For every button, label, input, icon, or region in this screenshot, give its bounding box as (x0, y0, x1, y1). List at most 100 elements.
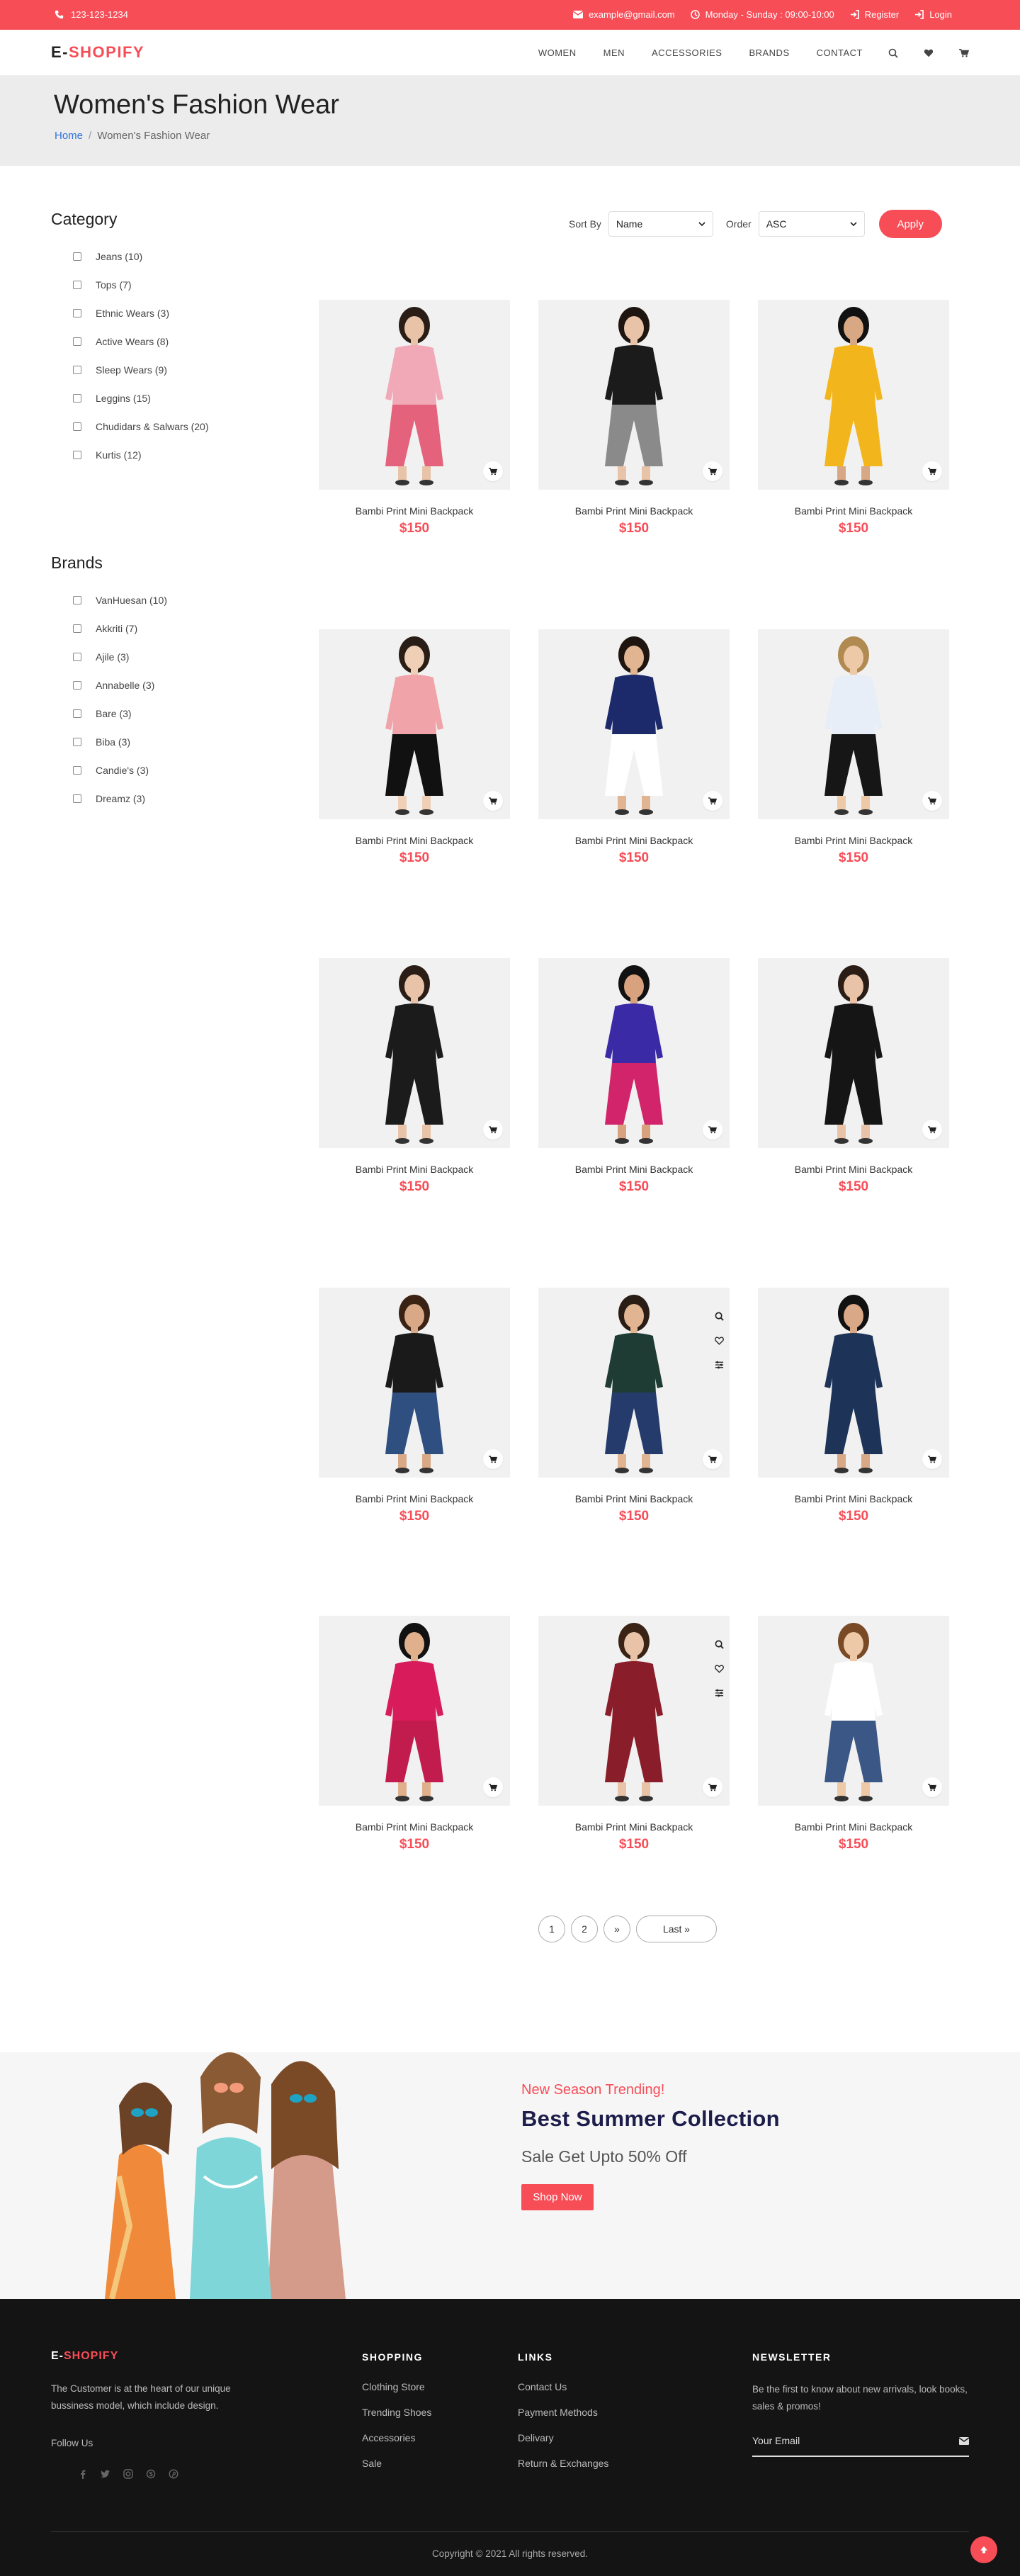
product-name[interactable]: Bambi Print Mini Backpack (538, 1493, 730, 1504)
footer-link-sale[interactable]: Sale (362, 2458, 431, 2469)
last-page-button[interactable]: Last » (636, 1916, 717, 1942)
product-image[interactable] (758, 1616, 949, 1806)
checkbox[interactable] (73, 451, 81, 459)
footer-link-delivary[interactable]: Delivary (518, 2432, 608, 2443)
product-name[interactable]: Bambi Print Mini Backpack (538, 505, 730, 517)
product-card[interactable]: Bambi Print Mini Backpack $150 (319, 1616, 510, 1852)
site-logo[interactable]: E-SHOPIFY (51, 43, 144, 62)
page-2-button[interactable]: 2 (571, 1916, 598, 1942)
product-card[interactable]: Bambi Print Mini Backpack $150 (538, 1616, 730, 1852)
add-to-cart-button[interactable] (922, 461, 942, 481)
add-to-cart-button[interactable] (922, 1777, 942, 1797)
product-image[interactable] (758, 1288, 949, 1478)
product-image[interactable] (758, 300, 949, 490)
checkbox[interactable] (73, 394, 81, 403)
heart-icon[interactable] (924, 48, 934, 58)
add-to-cart-button[interactable] (703, 1777, 722, 1797)
product-card[interactable]: Bambi Print Mini Backpack $150 (319, 629, 510, 866)
brand-filter-item[interactable]: Dreamz (3) (73, 784, 167, 813)
heart-icon[interactable] (715, 1337, 724, 1345)
product-name[interactable]: Bambi Print Mini Backpack (319, 505, 510, 517)
footer-link-trending-shoes[interactable]: Trending Shoes (362, 2407, 431, 2418)
contact-email[interactable]: example@gmail.com (589, 9, 675, 20)
product-image[interactable] (319, 1288, 510, 1478)
product-card[interactable]: Bambi Print Mini Backpack $150 (758, 629, 949, 866)
product-image[interactable] (319, 629, 510, 819)
product-image[interactable] (538, 1288, 730, 1478)
register-link[interactable]: Register (865, 9, 899, 20)
brand-filter-item[interactable]: Annabelle (3) (73, 671, 167, 699)
sliders-icon[interactable] (715, 1689, 724, 1697)
next-page-button[interactable]: » (604, 1916, 630, 1942)
brand-filter-item[interactable]: Biba (3) (73, 728, 167, 756)
twitter-icon[interactable] (101, 2469, 110, 2479)
checkbox[interactable] (73, 281, 81, 289)
nav-item-accessories[interactable]: ACCESSORIES (652, 47, 722, 58)
instagram-icon[interactable] (123, 2469, 133, 2479)
product-image[interactable] (538, 629, 730, 819)
product-image[interactable] (538, 958, 730, 1148)
category-filter-item[interactable]: Kurtis (12) (73, 441, 209, 469)
login-link[interactable]: Login (929, 9, 952, 20)
product-name[interactable]: Bambi Print Mini Backpack (319, 835, 510, 846)
product-name[interactable]: Bambi Print Mini Backpack (758, 1164, 949, 1175)
checkbox[interactable] (73, 337, 81, 346)
add-to-cart-button[interactable] (922, 791, 942, 811)
checkbox[interactable] (73, 766, 81, 775)
envelope-icon[interactable] (959, 2436, 969, 2445)
category-filter-item[interactable]: Sleep Wears (9) (73, 356, 209, 384)
product-name[interactable]: Bambi Print Mini Backpack (538, 1164, 730, 1175)
add-to-cart-button[interactable] (483, 791, 503, 811)
cart-icon[interactable] (959, 48, 969, 58)
product-card[interactable]: Bambi Print Mini Backpack $150 (758, 1288, 949, 1524)
category-filter-item[interactable]: Leggins (15) (73, 384, 209, 412)
add-to-cart-button[interactable] (922, 1449, 942, 1469)
add-to-cart-button[interactable] (703, 461, 722, 481)
brand-filter-item[interactable]: VanHuesan (10) (73, 586, 167, 614)
product-name[interactable]: Bambi Print Mini Backpack (319, 1493, 510, 1504)
checkbox[interactable] (73, 422, 81, 431)
search-icon[interactable] (715, 1312, 724, 1321)
nav-item-contact[interactable]: CONTACT (817, 47, 863, 58)
product-card[interactable]: Bambi Print Mini Backpack $150 (319, 1288, 510, 1524)
checkbox[interactable] (73, 794, 81, 803)
pinterest-icon[interactable] (169, 2469, 178, 2479)
add-to-cart-button[interactable] (703, 791, 722, 811)
product-image[interactable] (538, 1616, 730, 1806)
nav-item-brands[interactable]: BRANDS (749, 47, 789, 58)
product-name[interactable]: Bambi Print Mini Backpack (319, 1821, 510, 1833)
product-name[interactable]: Bambi Print Mini Backpack (758, 1493, 949, 1504)
checkbox[interactable] (73, 681, 81, 690)
checkbox[interactable] (73, 596, 81, 604)
product-image[interactable] (319, 1616, 510, 1806)
checkbox[interactable] (73, 738, 81, 746)
footer-link-clothing-store[interactable]: Clothing Store (362, 2381, 431, 2392)
sliders-icon[interactable] (715, 1361, 724, 1369)
footer-link-contact-us[interactable]: Contact Us (518, 2381, 608, 2392)
add-to-cart-button[interactable] (703, 1120, 722, 1140)
product-image[interactable] (319, 958, 510, 1148)
skype-icon[interactable] (146, 2469, 156, 2479)
product-card[interactable]: Bambi Print Mini Backpack $150 (319, 958, 510, 1195)
product-card[interactable]: Bambi Print Mini Backpack $150 (758, 1616, 949, 1852)
back-to-top-button[interactable] (970, 2536, 997, 2563)
checkbox[interactable] (73, 366, 81, 374)
add-to-cart-button[interactable] (483, 461, 503, 481)
product-image[interactable] (758, 629, 949, 819)
apply-button[interactable]: Apply (878, 210, 942, 238)
category-filter-item[interactable]: Chudidars & Salwars (20) (73, 412, 209, 441)
product-card[interactable]: Bambi Print Mini Backpack $150 (538, 1288, 730, 1524)
product-card[interactable]: Bambi Print Mini Backpack $150 (538, 958, 730, 1195)
product-name[interactable]: Bambi Print Mini Backpack (758, 505, 949, 517)
add-to-cart-button[interactable] (483, 1449, 503, 1469)
checkbox[interactable] (73, 252, 81, 261)
category-filter-item[interactable]: Jeans (10) (73, 242, 209, 271)
nav-item-men[interactable]: MEN (604, 47, 625, 58)
add-to-cart-button[interactable] (703, 1449, 722, 1469)
brand-filter-item[interactable]: Akkriti (7) (73, 614, 167, 643)
brand-filter-item[interactable]: Candie's (3) (73, 756, 167, 784)
product-image[interactable] (758, 958, 949, 1148)
newsletter-email-input[interactable]: Your Email (752, 2426, 969, 2457)
checkbox[interactable] (73, 309, 81, 317)
product-name[interactable]: Bambi Print Mini Backpack (319, 1164, 510, 1175)
